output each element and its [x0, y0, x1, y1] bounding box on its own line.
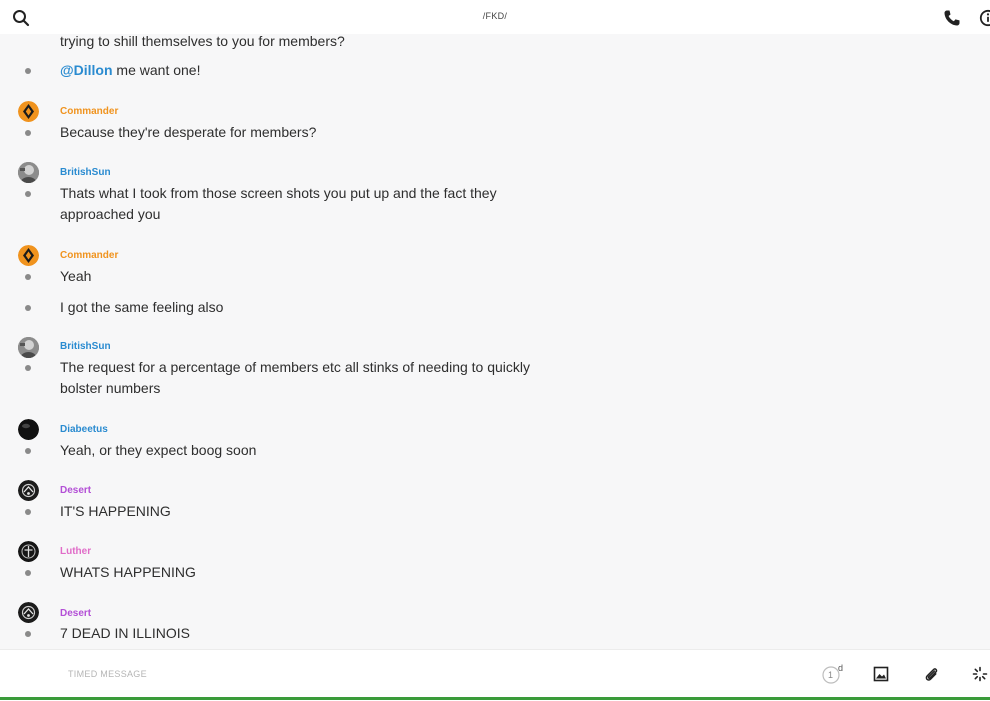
paperclip-icon[interactable]	[923, 666, 939, 682]
luther-avatar-icon	[18, 541, 39, 562]
user-mention[interactable]: @Dillon	[60, 62, 113, 78]
message-text: trying to shill themselves to you for me…	[60, 34, 345, 49]
chat-header: /FKD/	[0, 0, 990, 34]
avatar-commander[interactable]	[18, 101, 39, 122]
avatar-desert[interactable]	[18, 602, 39, 623]
commander-avatar-icon	[18, 245, 39, 266]
message-dot	[25, 365, 31, 371]
message-text: The request for a percentage of members …	[60, 359, 531, 396]
message-dot	[25, 274, 31, 280]
message-input[interactable]: TIMED MESSAGE	[68, 669, 147, 679]
conversation-title: /FKD/	[482, 11, 508, 21]
message-author[interactable]: Commander	[60, 250, 118, 262]
message-list[interactable]: trying to shill themselves to you for me…	[0, 34, 990, 648]
message-author[interactable]: BritishSun	[60, 341, 111, 350]
message-text: @Dillon me want one!	[60, 60, 560, 81]
commander-avatar-icon	[18, 101, 39, 122]
message-dot	[25, 191, 31, 197]
avatar-britishsun[interactable]	[18, 337, 39, 358]
message-text: 7 DEAD IN ILLINOIS	[60, 625, 190, 641]
author-clip: BritishSun	[60, 341, 111, 350]
image-icon[interactable]	[873, 666, 889, 682]
message-author[interactable]: Diabeetus	[60, 424, 108, 436]
message-dot	[25, 305, 31, 311]
message-dot	[25, 130, 31, 136]
message-text: Yeah	[60, 268, 92, 284]
avatar-britishsun[interactable]	[18, 162, 39, 183]
avatar-desert[interactable]	[18, 480, 39, 501]
message-dot	[25, 631, 31, 637]
avatar-luther[interactable]	[18, 541, 39, 562]
timer-button[interactable]: 1 d	[821, 662, 845, 686]
burst-icon[interactable]	[972, 666, 988, 682]
britishsun-avatar-icon	[18, 162, 39, 183]
desert-avatar-icon	[18, 602, 39, 623]
message-dot	[25, 448, 31, 454]
avatar-commander[interactable]	[18, 245, 39, 266]
message-author[interactable]: BritishSun	[60, 167, 111, 179]
message-dot	[25, 509, 31, 515]
message-text: IT'S HAPPENING	[60, 503, 171, 519]
message-text: Yeah, or they expect boog soon	[60, 442, 257, 458]
message-text: I got the same feeling also	[60, 299, 224, 315]
timer-value: 1	[828, 670, 834, 680]
message-composer: TIMED MESSAGE 1 d	[0, 649, 990, 701]
britishsun-avatar-icon	[18, 337, 39, 358]
message-author[interactable]: Commander	[60, 106, 118, 118]
phone-icon[interactable]	[943, 9, 961, 27]
message-dot	[25, 570, 31, 576]
timer-unit: d	[838, 663, 844, 673]
message-dot	[25, 68, 31, 74]
message-text: Because they're desperate for members?	[60, 124, 317, 140]
avatar-diabeetus[interactable]	[18, 419, 39, 440]
desert-avatar-icon	[18, 480, 39, 501]
message-text: Thats what I took from those screen shot…	[60, 185, 497, 222]
info-icon[interactable]	[979, 9, 990, 27]
message-author[interactable]: Desert	[60, 485, 91, 497]
message-body: me want one!	[112, 62, 201, 78]
message-text: WHATS HAPPENING	[60, 564, 196, 580]
message-author[interactable]: Desert	[60, 608, 91, 620]
diabeetus-avatar-icon	[18, 419, 39, 440]
message-author[interactable]: Luther	[60, 546, 91, 558]
